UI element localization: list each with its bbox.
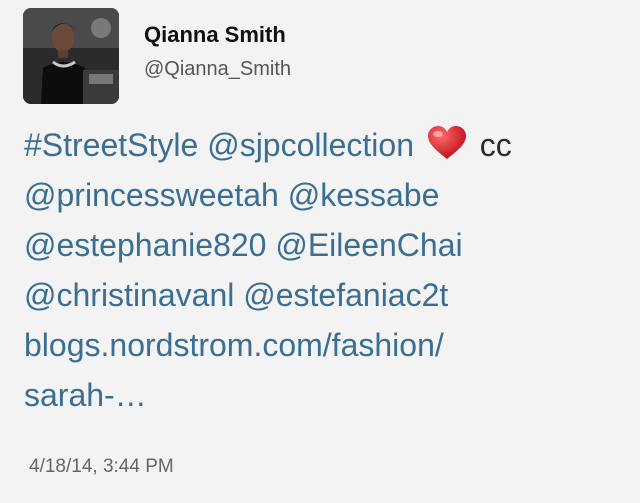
url-link-continued[interactable]: sarah-… xyxy=(24,377,147,413)
tweet-line-4: @christinavanl @estefaniac2t xyxy=(24,270,624,320)
mention-link[interactable]: @princessweetah xyxy=(24,177,279,213)
tweet-text: #StreetStyle @sjpcollection cc @princess xyxy=(24,120,624,420)
tweet-line-1: #StreetStyle @sjpcollection cc xyxy=(24,120,624,170)
mention-link[interactable]: @kessabe xyxy=(288,177,440,213)
avatar-photo xyxy=(23,8,119,104)
mention-link[interactable]: @sjpcollection xyxy=(207,127,414,163)
tweet-line-2: @princessweetah @kessabe xyxy=(24,170,624,220)
cc-text: cc xyxy=(479,127,512,163)
tweet-line-3: @estephanie820 @EileenChai xyxy=(24,220,624,270)
avatar[interactable] xyxy=(23,8,119,104)
mention-link[interactable]: @estephanie820 xyxy=(24,227,266,263)
tweet-line-5: blogs.nordstrom.com/fashion/ xyxy=(24,320,624,370)
heart-icon xyxy=(427,124,467,174)
tweet-card: Qianna Smith @Qianna_Smith #StreetStyle … xyxy=(0,0,640,503)
mention-link[interactable]: @christinavanl xyxy=(24,277,234,313)
mention-link[interactable]: @estefaniac2t xyxy=(243,277,448,313)
tweet-timestamp: 4/18/14, 3:44 PM xyxy=(29,456,174,477)
tweet-line-6: sarah-… xyxy=(24,370,624,420)
user-name[interactable]: Qianna Smith xyxy=(144,22,286,48)
hashtag-link[interactable]: #StreetStyle xyxy=(24,127,198,163)
user-handle[interactable]: @Qianna_Smith xyxy=(144,58,291,81)
url-link[interactable]: blogs.nordstrom.com/fashion/ xyxy=(24,327,444,363)
mention-link[interactable]: @EileenChai xyxy=(275,227,462,263)
